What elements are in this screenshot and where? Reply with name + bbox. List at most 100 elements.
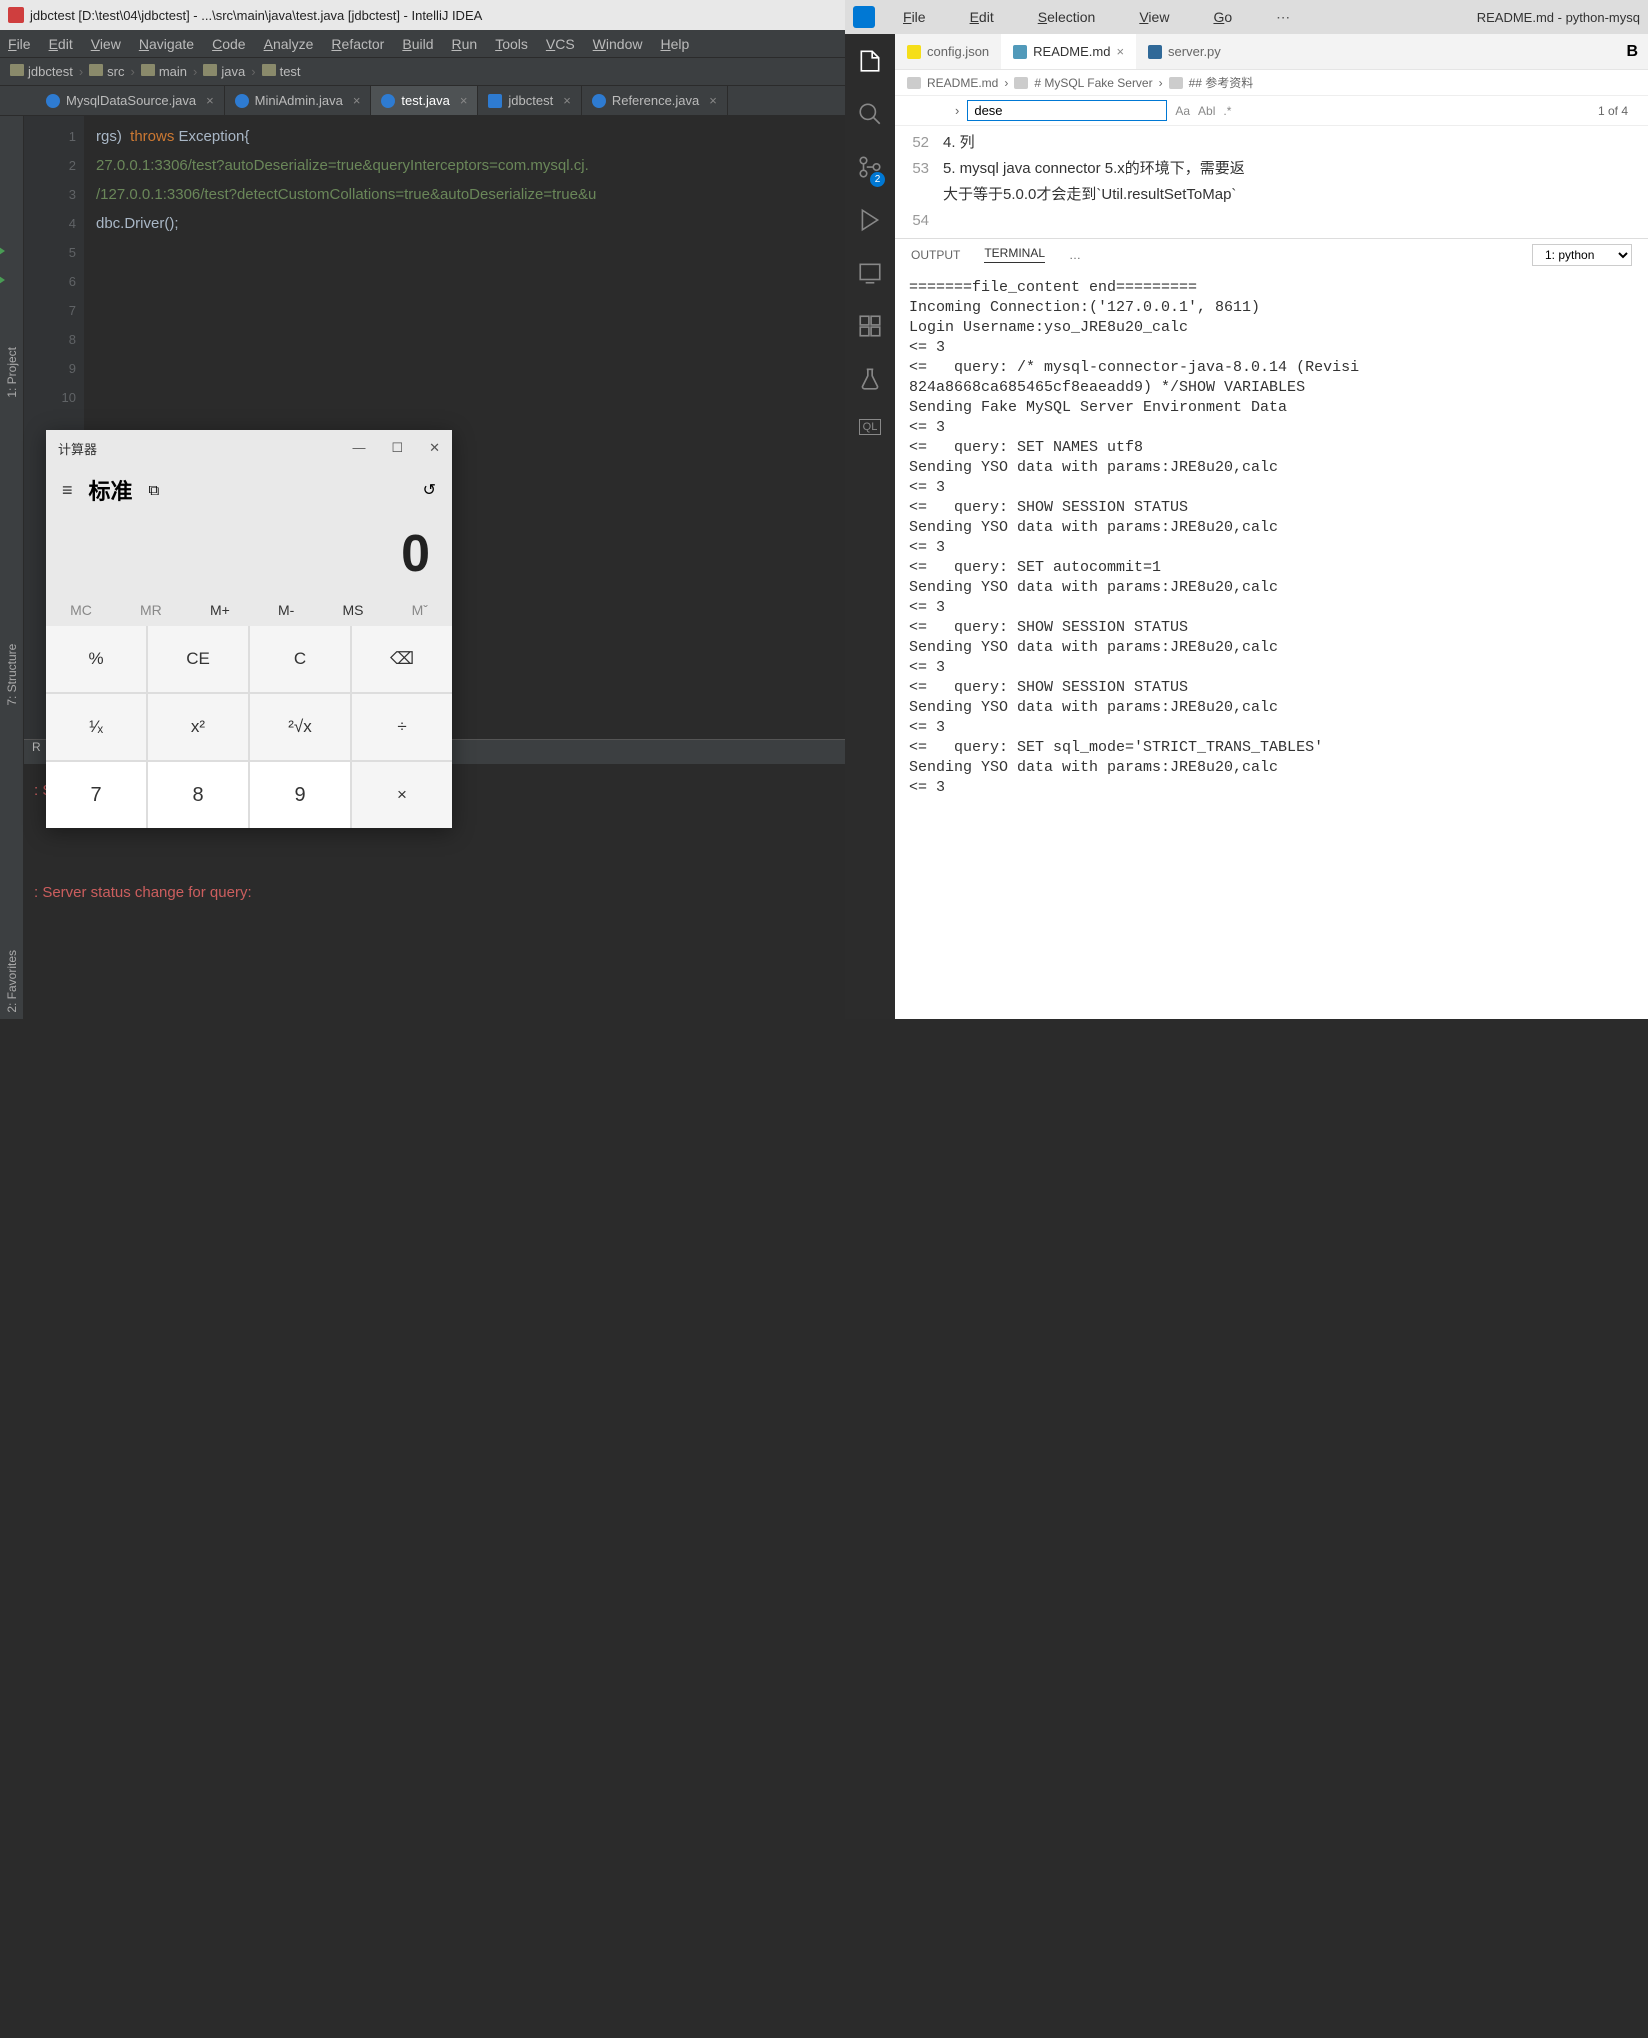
calc-key[interactable]: ²√x — [250, 694, 350, 760]
calc-key[interactable]: 8 — [148, 762, 248, 828]
vscode-menubar: File Edit Selection View Go ⋯ README.md - py… — [845, 0, 1648, 34]
editor-tab[interactable]: Reference.java× — [582, 86, 728, 115]
tool-tab[interactable]: 7: Structure — [3, 444, 21, 712]
intellij-titlebar: jdbctest [D:\test\04\jdbctest] - ...\src… — [0, 0, 845, 30]
calc-key[interactable]: C — [250, 626, 350, 692]
find-option[interactable]: Abl — [1198, 104, 1215, 118]
crumb-item[interactable]: README.md — [927, 76, 998, 90]
crumb-item[interactable]: ## 参考资料 — [1189, 74, 1254, 91]
editor-tab[interactable]: jdbctest× — [478, 86, 581, 115]
menu-overflow-icon[interactable]: ⋯ — [1276, 9, 1290, 26]
editor-tab[interactable]: test.java× — [371, 86, 478, 115]
tool-tab[interactable]: 1: Project — [3, 136, 21, 404]
panel-tab[interactable]: TERMINAL — [984, 246, 1045, 263]
menu-window[interactable]: Window — [593, 36, 643, 52]
menu-file[interactable]: File — [8, 36, 31, 52]
mem-M-[interactable]: M- — [278, 602, 294, 618]
close-tab-icon[interactable]: × — [353, 93, 361, 108]
mem-MC: MC — [70, 602, 92, 618]
close-tab-icon[interactable]: × — [206, 93, 214, 108]
panel-tab[interactable]: … — [1069, 248, 1081, 262]
intellij-breadcrumbs: jdbctest›src›main›java›test — [0, 58, 845, 86]
menu-analyze[interactable]: Analyze — [264, 36, 314, 52]
calc-key[interactable]: ÷ — [352, 694, 452, 760]
extensions-icon[interactable] — [857, 313, 883, 344]
crumb-item[interactable]: main — [141, 64, 187, 79]
menu-refactor[interactable]: Refactor — [331, 36, 384, 52]
editor-tab[interactable]: README.md× — [1001, 34, 1136, 69]
mem-M+[interactable]: M+ — [210, 602, 230, 618]
debug-icon[interactable] — [857, 207, 883, 238]
source-control-icon[interactable] — [857, 154, 883, 185]
run-gutter-icon[interactable] — [0, 245, 5, 257]
menu-view[interactable]: View — [1139, 9, 1169, 25]
close-icon[interactable]: ✕ — [429, 440, 440, 456]
pin-icon[interactable]: ⧉ — [149, 482, 160, 499]
menu-help[interactable]: Help — [660, 36, 689, 52]
menu-run[interactable]: Run — [451, 36, 477, 52]
menu-edit[interactable]: Edit — [49, 36, 73, 52]
menu-edit[interactable]: Edit — [970, 9, 994, 25]
beaker-icon[interactable] — [857, 366, 883, 397]
editor-tab[interactable]: config.json — [895, 34, 1001, 69]
find-option[interactable]: Aa — [1175, 104, 1190, 118]
panel-tab[interactable]: OUTPUT — [911, 248, 960, 262]
editor-tab[interactable]: MysqlDataSource.java× — [36, 86, 225, 115]
close-tab-icon[interactable]: × — [1116, 44, 1124, 59]
crumb-icon — [1014, 77, 1028, 89]
menu-vcs[interactable]: VCS — [546, 36, 575, 52]
calc-key[interactable]: ⌫ — [352, 626, 452, 692]
find-count: 1 of 4 — [1598, 104, 1628, 118]
minimize-icon[interactable]: — — [352, 440, 365, 456]
calc-memory-row: MCMRM+M-MSMˇ — [46, 594, 452, 626]
intellij-logo-icon — [8, 7, 24, 23]
close-tab-icon[interactable]: × — [460, 93, 468, 108]
close-tab-icon[interactable]: × — [563, 93, 571, 108]
menu-tools[interactable]: Tools — [495, 36, 528, 52]
crumb-item[interactable]: jdbctest — [10, 64, 73, 79]
menu-file[interactable]: File — [903, 9, 926, 25]
maximize-icon[interactable]: ☐ — [391, 440, 403, 456]
calc-key[interactable]: % — [46, 626, 146, 692]
crumb-item[interactable]: src — [89, 64, 124, 79]
terminal-select[interactable]: 1: python — [1532, 244, 1632, 266]
class-icon — [381, 94, 395, 108]
calc-key[interactable]: x² — [148, 694, 248, 760]
tool-tab[interactable]: 2: Favorites — [3, 751, 21, 1019]
calc-key[interactable]: ¹⁄ₓ — [46, 694, 146, 760]
remote-icon[interactable] — [857, 260, 883, 291]
find-input[interactable] — [967, 100, 1167, 121]
search-icon[interactable] — [857, 101, 883, 132]
close-tab-icon[interactable]: × — [709, 93, 717, 108]
menu-icon[interactable]: ≡ — [62, 480, 73, 501]
run-gutter-icon[interactable] — [0, 274, 5, 286]
calc-key[interactable]: 9 — [250, 762, 350, 828]
history-icon[interactable]: ↺ — [423, 480, 436, 500]
chevron-right-icon[interactable]: › — [955, 103, 959, 118]
menu-navigate[interactable]: Navigate — [139, 36, 194, 52]
editor-tab[interactable]: server.py — [1136, 34, 1233, 69]
vscode-editor[interactable]: 524. 列535. mysql java connector 5.x的环境下，… — [895, 126, 1648, 238]
vscode-window-title: README.md - python-mysq — [1477, 10, 1640, 25]
menu-build[interactable]: Build — [402, 36, 433, 52]
crumb-item[interactable]: java — [203, 64, 245, 79]
calc-key[interactable]: CE — [148, 626, 248, 692]
filetype-icon — [907, 45, 921, 59]
calc-titlebar: 计算器 — ☐ ✕ — [46, 430, 452, 466]
crumb-item[interactable]: # MySQL Fake Server — [1034, 76, 1152, 90]
calc-key[interactable]: 7 — [46, 762, 146, 828]
menu-go[interactable]: Go — [1213, 9, 1232, 25]
menu-code[interactable]: Code — [212, 36, 245, 52]
menu-view[interactable]: View — [91, 36, 121, 52]
editor-tab[interactable]: MiniAdmin.java× — [225, 86, 372, 115]
find-option[interactable]: .* — [1223, 104, 1231, 118]
sql-icon[interactable]: QL — [859, 419, 882, 435]
terminal-output[interactable]: =======file_content end========= Incomin… — [895, 270, 1648, 1019]
menu-selection[interactable]: Selection — [1038, 9, 1096, 25]
calc-key[interactable]: × — [352, 762, 452, 828]
crumb-item[interactable]: test — [262, 64, 301, 79]
calc-keypad: %CEC⌫ ¹⁄ₓx²²√x÷ 789× — [46, 626, 452, 828]
calc-title: 计算器 — [58, 439, 97, 458]
explorer-icon[interactable] — [857, 48, 883, 79]
mem-MS[interactable]: MS — [342, 602, 363, 618]
